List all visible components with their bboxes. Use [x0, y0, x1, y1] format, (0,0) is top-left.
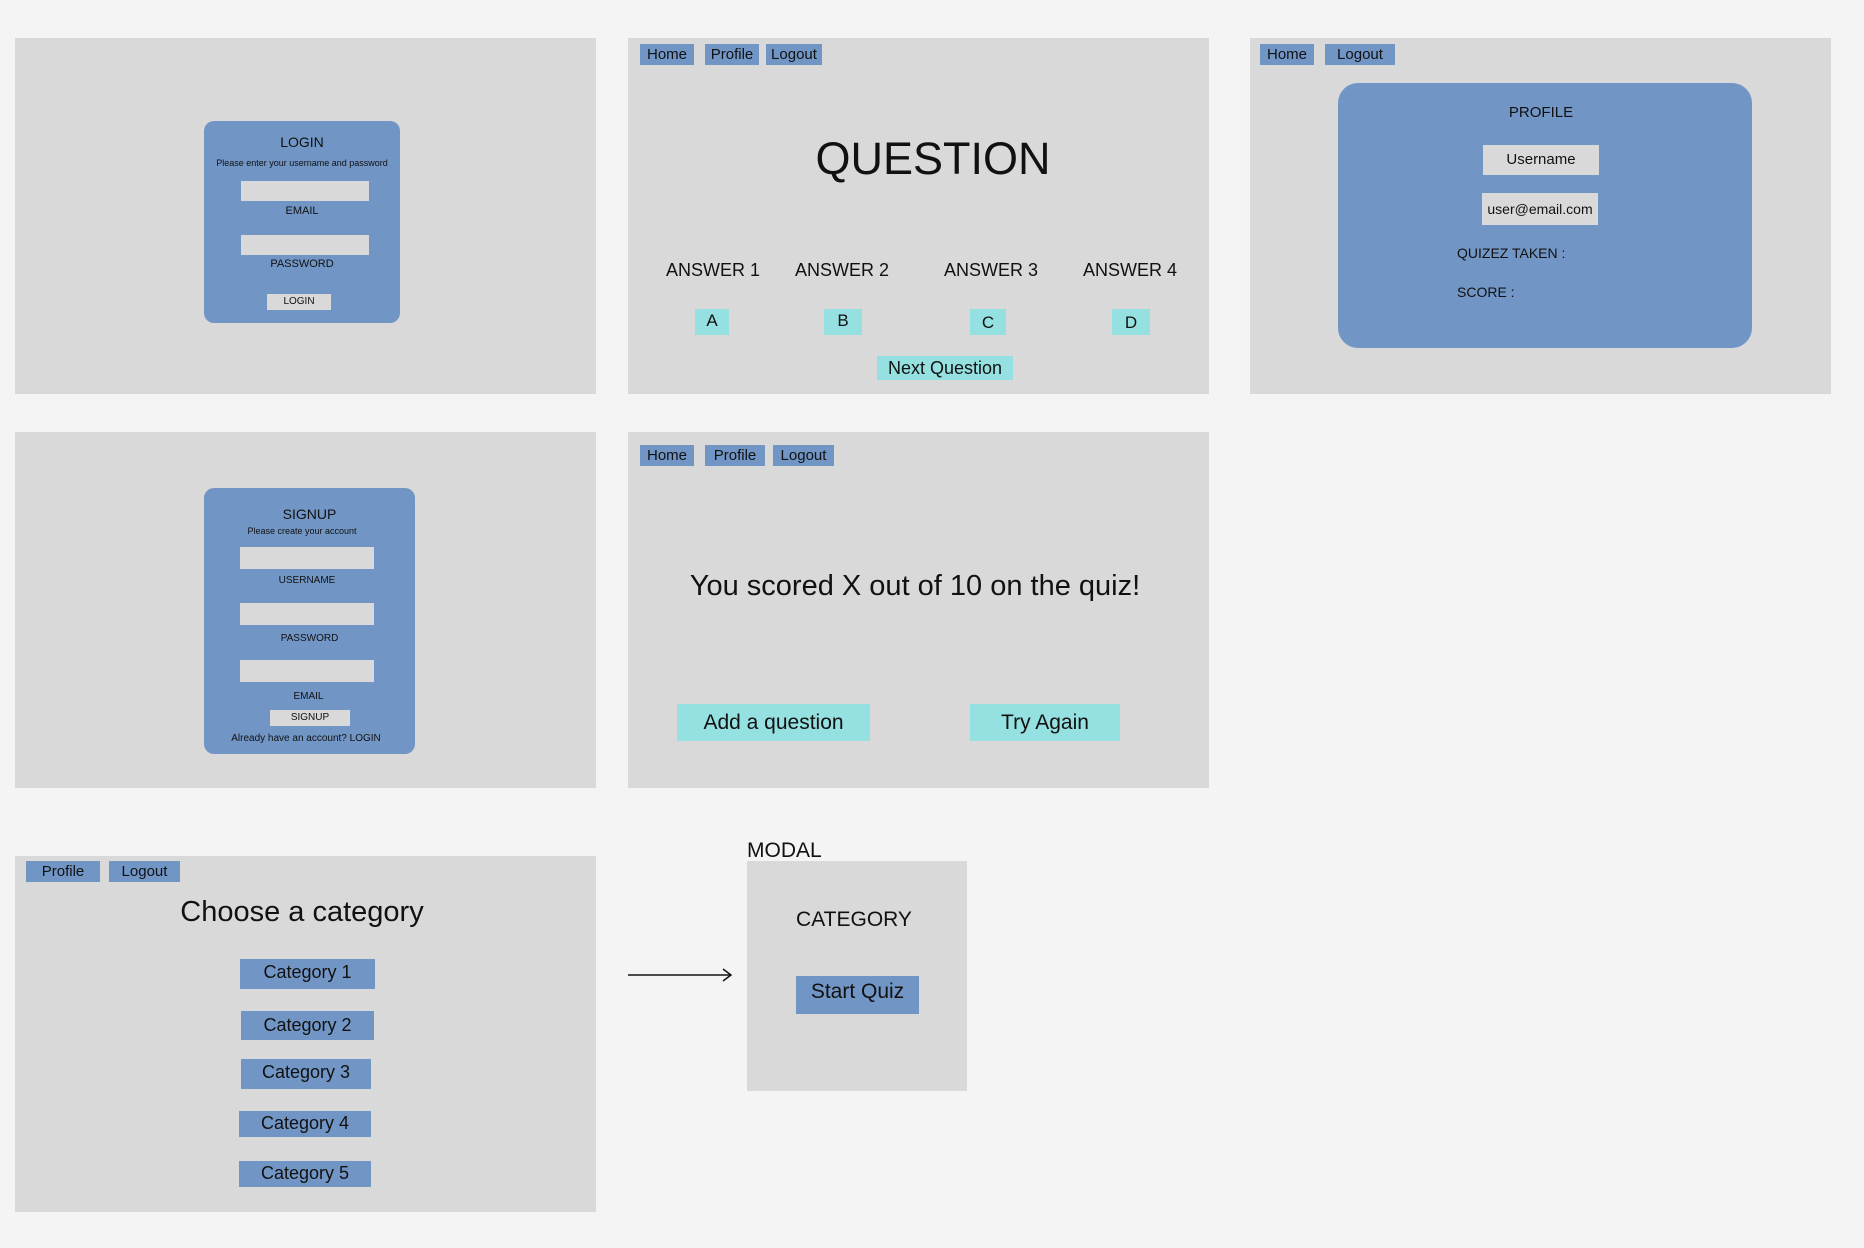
score-message: You scored X out of 10 on the quiz! — [689, 570, 1141, 602]
category-3-button[interactable]: Category 3 — [241, 1059, 371, 1089]
login-link[interactable]: Already have an account? LOGIN — [204, 733, 408, 744]
category-4-button[interactable]: Category 4 — [239, 1111, 371, 1137]
question-frame: Home Profile Logout QUESTION ANSWER 1 AN… — [628, 38, 1209, 394]
category-frame: Profile Logout Choose a category Categor… — [15, 856, 596, 1212]
answer-3-label: ANSWER 3 — [943, 260, 1039, 280]
password-label: PASSWORD — [270, 258, 334, 270]
category-1-button[interactable]: Category 1 — [240, 959, 375, 989]
signup-title: SIGNUP — [282, 506, 337, 522]
signup-card: SIGNUP Please create your account USERNA… — [204, 488, 415, 754]
email-field[interactable] — [240, 660, 374, 682]
email-label: EMAIL — [285, 205, 319, 217]
answer-a-button[interactable]: A — [695, 309, 729, 335]
login-button[interactable]: LOGIN — [267, 294, 331, 310]
signup-subtitle: Please create your account — [247, 526, 357, 536]
nav-logout-button[interactable]: Logout — [773, 445, 834, 466]
email-field[interactable]: user@email.com — [1482, 193, 1598, 225]
next-question-button[interactable]: Next Question — [877, 356, 1013, 380]
profile-card: PROFILE Username user@email.com QUIZEZ T… — [1338, 83, 1752, 348]
start-quiz-button[interactable]: Start Quiz — [796, 976, 919, 1014]
answer-b-button[interactable]: B — [824, 309, 862, 335]
score-label: SCORE : — [1457, 284, 1515, 300]
category-modal: CATEGORY Start Quiz — [747, 861, 967, 1091]
add-question-button[interactable]: Add a question — [677, 704, 870, 741]
signup-button[interactable]: SIGNUP — [270, 710, 350, 726]
nav-profile-button[interactable]: Profile — [705, 44, 759, 65]
nav-home-button[interactable]: Home — [1260, 44, 1314, 65]
nav-logout-button[interactable]: Logout — [1325, 44, 1395, 65]
modal-caption: MODAL — [747, 839, 822, 862]
answer-d-button[interactable]: D — [1112, 309, 1150, 335]
results-frame: Home Profile Logout You scored X out of … — [628, 432, 1209, 788]
profile-frame: Home Logout PROFILE Username user@email.… — [1250, 38, 1831, 394]
username-field[interactable]: Username — [1483, 145, 1599, 175]
login-subtitle: Please enter your username and password — [216, 158, 388, 168]
answer-2-label: ANSWER 2 — [794, 260, 890, 280]
nav-home-button[interactable]: Home — [640, 445, 694, 466]
login-title: LOGIN — [280, 134, 324, 150]
answer-1-label: ANSWER 1 — [665, 260, 761, 280]
category-5-button[interactable]: Category 5 — [239, 1161, 371, 1187]
nav-profile-button[interactable]: Profile — [705, 445, 765, 466]
answer-4-label: ANSWER 4 — [1082, 260, 1178, 280]
nav-home-button[interactable]: Home — [640, 44, 694, 65]
password-field[interactable] — [241, 235, 369, 255]
login-card: LOGIN Please enter your username and pas… — [204, 121, 400, 323]
profile-title: PROFILE — [1508, 104, 1574, 121]
email-label: EMAIL — [293, 691, 324, 702]
username-label: USERNAME — [278, 575, 336, 586]
signup-frame: SIGNUP Please create your account USERNA… — [15, 432, 596, 788]
username-field[interactable] — [240, 547, 374, 569]
nav-profile-button[interactable]: Profile — [26, 861, 100, 882]
email-field[interactable] — [241, 181, 369, 201]
quizzes-taken-label: QUIZEZ TAKEN : — [1457, 245, 1566, 261]
right-arrow-icon — [628, 968, 733, 982]
answer-c-button[interactable]: C — [970, 309, 1006, 335]
nav-logout-button[interactable]: Logout — [109, 861, 180, 882]
question-title: QUESTION — [815, 133, 1051, 184]
login-frame: LOGIN Please enter your username and pas… — [15, 38, 596, 394]
try-again-button[interactable]: Try Again — [970, 704, 1120, 741]
choose-category-title: Choose a category — [180, 896, 424, 928]
password-label: PASSWORD — [280, 633, 339, 644]
nav-logout-button[interactable]: Logout — [766, 44, 822, 65]
password-field[interactable] — [240, 603, 374, 625]
modal-title: CATEGORY — [796, 908, 912, 931]
category-2-button[interactable]: Category 2 — [241, 1011, 374, 1040]
